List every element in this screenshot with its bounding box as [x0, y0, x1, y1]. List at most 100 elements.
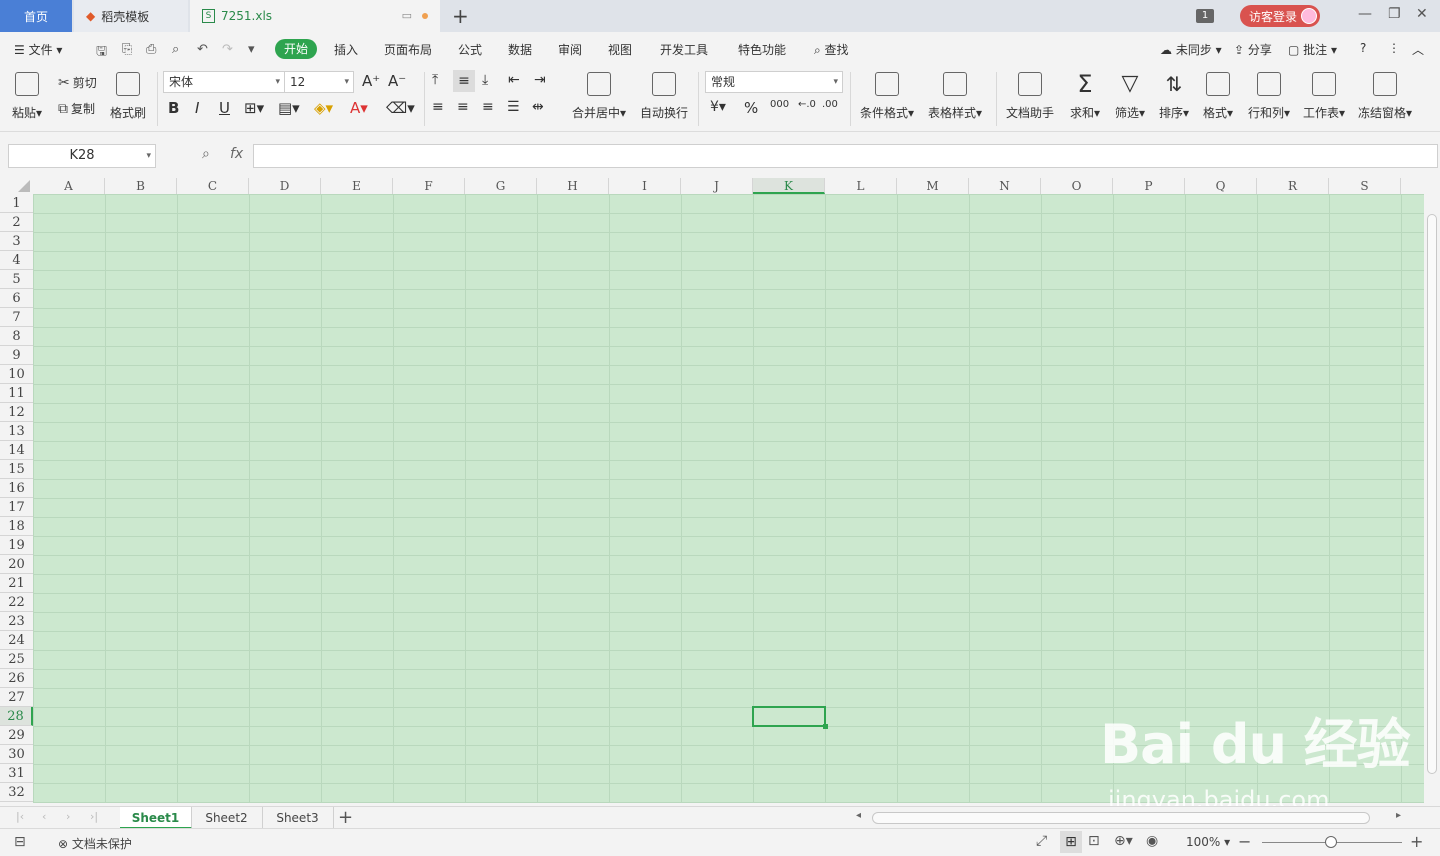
decrease-indent-icon[interactable]: ⇤ [508, 72, 520, 88]
row-header-30[interactable]: 30 [0, 745, 33, 764]
sheet-nav-next-icon[interactable]: › [66, 810, 70, 823]
row-header-11[interactable]: 11 [0, 384, 33, 403]
row-header-14[interactable]: 14 [0, 441, 33, 460]
row-header-15[interactable]: 15 [0, 460, 33, 479]
row-header-24[interactable]: 24 [0, 631, 33, 650]
clear-format-icon[interactable]: ⌫▾ [386, 99, 415, 117]
column-header-p[interactable]: P [1113, 178, 1185, 194]
merge-center-button[interactable]: 合并居中▾ [572, 72, 626, 121]
row-col-button[interactable]: 行和列▾ [1248, 72, 1290, 121]
filter-button[interactable]: ▽ 筛选▾ [1115, 72, 1145, 121]
print-icon[interactable]: ⎙ [146, 42, 156, 57]
row-header-28[interactable]: 28 [0, 707, 33, 726]
row-header-32[interactable]: 32 [0, 783, 33, 802]
row-header-6[interactable]: 6 [0, 289, 33, 308]
menu-review[interactable]: 审阅 [558, 41, 582, 58]
export-icon[interactable]: ⎘ [122, 42, 132, 57]
window-count-badge[interactable]: 1 [1196, 9, 1214, 23]
macro-icon[interactable]: ⊟ [14, 834, 26, 850]
menu-view[interactable]: 视图 [608, 41, 632, 58]
row-header-3[interactable]: 3 [0, 232, 33, 251]
page-break-view-icon[interactable]: ⊡ [1088, 833, 1100, 849]
table-style-button[interactable]: 表格样式▾ [928, 72, 982, 121]
name-box[interactable]: K28 [8, 144, 156, 168]
doc-assistant-button[interactable]: 文档助手 [1006, 72, 1054, 121]
zoom-level[interactable]: 100% ▾ [1186, 835, 1230, 849]
format-button[interactable]: 格式▾ [1203, 72, 1233, 121]
border-icon[interactable]: ⊞▾ [244, 99, 264, 117]
row-header-23[interactable]: 23 [0, 612, 33, 631]
align-right-icon[interactable]: ≡ [482, 99, 494, 115]
sheet-nav-last-icon[interactable]: ›| [90, 810, 98, 823]
conditional-format-button[interactable]: 条件格式▾ [860, 72, 914, 121]
underline-icon[interactable]: U [219, 99, 230, 117]
collapse-ribbon-icon[interactable]: ︿ [1412, 41, 1424, 58]
redo-icon[interactable]: ↷ [222, 42, 233, 57]
column-header-i[interactable]: I [609, 178, 681, 194]
align-left-icon[interactable]: ≡ [432, 99, 444, 115]
menu-start[interactable]: 开始 [275, 39, 317, 59]
undo-icon[interactable]: ↶ [197, 42, 208, 57]
align-middle-icon[interactable]: ≡ [453, 70, 475, 92]
page-layout-view-icon[interactable]: ⊕▾ [1114, 833, 1133, 849]
column-header-n[interactable]: N [969, 178, 1041, 194]
row-header-8[interactable]: 8 [0, 327, 33, 346]
vertical-scrollbar[interactable] [1424, 194, 1440, 806]
tab-document[interactable]: S 7251.xls ▭ [190, 0, 440, 32]
sync-button[interactable]: ☁ 未同步 ▾ [1160, 41, 1222, 58]
fullscreen-icon[interactable]: ⤢ [1036, 833, 1047, 849]
protect-status[interactable]: ⊗ 文档未保护 [58, 835, 132, 852]
column-header-h[interactable]: H [537, 178, 609, 194]
row-header-26[interactable]: 26 [0, 669, 33, 688]
row-header-5[interactable]: 5 [0, 270, 33, 289]
scroll-right-icon[interactable]: ▸ [1396, 810, 1401, 821]
decrease-font-icon[interactable]: A⁻ [388, 72, 406, 90]
close-icon[interactable]: ✕ [1416, 6, 1428, 22]
increase-decimal-icon[interactable]: ←.0 [798, 99, 816, 110]
cut-button[interactable]: ✂ 剪切 [58, 74, 97, 91]
row-header-27[interactable]: 27 [0, 688, 33, 707]
bold-icon[interactable]: B [168, 99, 179, 117]
sheet-tab-sheet3[interactable]: Sheet3 [262, 807, 334, 829]
zoom-in-icon[interactable]: + [1410, 832, 1423, 851]
column-header-o[interactable]: O [1041, 178, 1113, 194]
worksheet-button[interactable]: 工作表▾ [1303, 72, 1345, 121]
paste-button[interactable]: 粘贴▾ [12, 72, 42, 121]
row-header-20[interactable]: 20 [0, 555, 33, 574]
cell-fill-pattern-icon[interactable]: ▤▾ [278, 99, 300, 117]
increase-indent-icon[interactable]: ⇥ [534, 72, 546, 88]
find-button[interactable]: ⌕ 查找 [814, 41, 849, 58]
row-header-29[interactable]: 29 [0, 726, 33, 745]
quick-access-more-icon[interactable]: ▾ [248, 42, 255, 57]
justify-icon[interactable]: ☰ [507, 99, 520, 115]
zoom-formula-icon[interactable]: ⌕ [202, 146, 210, 162]
file-menu[interactable]: ☰ 文件 ▾ [14, 41, 62, 58]
row-header-19[interactable]: 19 [0, 536, 33, 555]
thousands-icon[interactable]: 000 [770, 99, 789, 110]
column-header-d[interactable]: D [249, 178, 321, 194]
help-icon[interactable]: ? [1360, 41, 1366, 55]
tab-daoke-templates[interactable]: ◆ 稻壳模板 [74, 0, 188, 32]
visitor-login-button[interactable]: 访客登录 [1240, 5, 1320, 27]
print-preview-icon[interactable]: ⌕ [172, 42, 179, 57]
new-tab-button[interactable]: + [452, 4, 469, 28]
row-header-22[interactable]: 22 [0, 593, 33, 612]
sum-button[interactable]: Σ 求和▾ [1070, 72, 1100, 121]
scroll-left-icon[interactable]: ◂ [856, 810, 861, 821]
sort-button[interactable]: ⇅ 排序▾ [1159, 72, 1189, 121]
italic-icon[interactable]: I [195, 99, 199, 117]
column-header-g[interactable]: G [465, 178, 537, 194]
active-cell[interactable] [752, 706, 828, 729]
row-header-13[interactable]: 13 [0, 422, 33, 441]
save-icon[interactable]: 🖫 [96, 42, 107, 64]
row-header-17[interactable]: 17 [0, 498, 33, 517]
align-top-icon[interactable]: ⤒ [432, 72, 438, 88]
sheet-tab-sheet2[interactable]: Sheet2 [191, 807, 263, 829]
freeze-panes-button[interactable]: 冻结窗格▾ [1358, 72, 1412, 121]
menu-formula[interactable]: 公式 [458, 41, 482, 58]
sheet-tab-sheet1[interactable]: Sheet1 [120, 807, 192, 829]
column-header-k[interactable]: K [753, 178, 825, 194]
formula-input[interactable] [253, 144, 1438, 168]
column-header-a[interactable]: A [33, 178, 105, 194]
zoom-out-icon[interactable]: − [1238, 832, 1251, 851]
